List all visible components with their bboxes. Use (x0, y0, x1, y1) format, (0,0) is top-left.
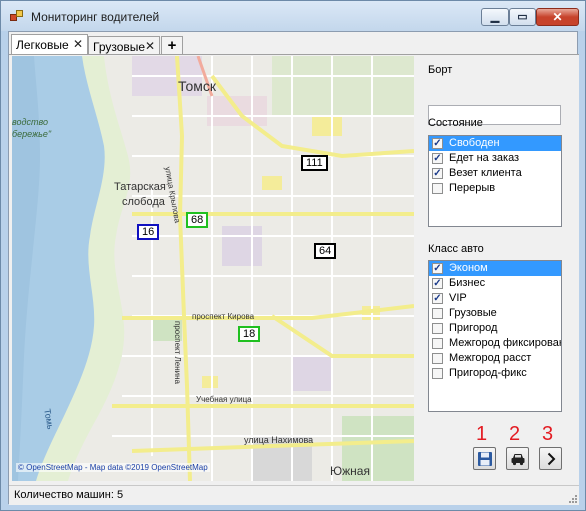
checkbox-unchecked[interactable] (432, 183, 443, 194)
checkbox-unchecked[interactable] (432, 353, 443, 364)
state-option[interactable]: ✓ Везет клиента (429, 166, 561, 181)
checkbox-checked[interactable]: ✓ (432, 263, 443, 274)
car-class-option[interactable]: ✓ Бизнес (429, 276, 561, 291)
car-marker-68[interactable]: 68 (186, 212, 209, 228)
tab-gruzovye[interactable]: Грузовые ✕ (88, 36, 160, 55)
tab-content: Томск Татарская слобода водство бережье"… (9, 54, 579, 485)
map-label-kirova: проспект Кирова (192, 312, 255, 321)
list-item-label: Пригород (449, 322, 498, 334)
car-icon (511, 454, 525, 466)
list-item-label: Едет на заказ (449, 152, 520, 164)
bort-label: Борт (428, 64, 453, 76)
status-bar: Количество машин: 5 (9, 485, 579, 505)
car-button[interactable] (506, 447, 529, 470)
app-window: Мониторинг водителей ▁ ▭ ✕ Легковые ✕ Гр… (0, 0, 586, 511)
class-label: Класс авто (428, 243, 484, 255)
map-label-uchebnaya: Учебная улица (196, 395, 252, 404)
resize-grip-icon[interactable] (567, 493, 577, 503)
map-label-park-2: бережье" (12, 129, 52, 139)
checkbox-unchecked[interactable] (432, 323, 443, 334)
map-label-yuzhnaya: Южная (330, 464, 370, 478)
minimize-icon: ▁ (490, 11, 500, 23)
list-item-label: Бизнес (449, 277, 486, 289)
car-class-option[interactable]: Межгород фиксировани (429, 336, 561, 351)
list-item-label: Межгород расст (449, 352, 532, 364)
checkbox-unchecked[interactable] (432, 308, 443, 319)
state-option[interactable]: ✓ Свободен (429, 136, 561, 151)
tab-close-icon[interactable]: ✕ (145, 39, 155, 53)
list-item-label: Межгород фиксировани (449, 337, 562, 349)
checkbox-checked[interactable]: ✓ (432, 138, 443, 149)
close-window-button[interactable]: ✕ (536, 8, 579, 26)
minimize-button[interactable]: ▁ (481, 8, 509, 26)
car-class-option[interactable]: Грузовые (429, 306, 561, 321)
state-option[interactable]: ✓ Едет на заказ (429, 151, 561, 166)
state-option[interactable]: Перерыв (429, 181, 561, 196)
car-marker-18[interactable]: 18 (238, 326, 261, 342)
list-item-label: VIP (449, 292, 467, 304)
save-button[interactable] (473, 447, 496, 470)
tab-strip: Легковые ✕ Грузовые ✕ + (9, 34, 579, 56)
map-label-nakhimova: улица Нахимова (244, 435, 314, 445)
map-label-tomsk: Томск (178, 78, 216, 94)
maximize-button[interactable]: ▭ (509, 8, 536, 26)
map-label-lenina: проспект Ленина (173, 321, 182, 384)
map-label-park-1: водство (12, 117, 48, 127)
tab-close-icon[interactable]: ✕ (73, 37, 83, 51)
window-title: Мониторинг водителей (31, 10, 160, 24)
checkbox-unchecked[interactable] (432, 338, 443, 349)
app-icon (10, 10, 24, 22)
car-class-option[interactable]: ✓ VIP (429, 291, 561, 306)
tab-label: Легковые (16, 38, 69, 52)
add-tab-button[interactable]: + (161, 36, 183, 55)
checkbox-checked[interactable]: ✓ (432, 278, 443, 289)
checkbox-checked[interactable]: ✓ (432, 293, 443, 304)
car-count-status: Количество машин: 5 (14, 489, 124, 501)
car-class-option[interactable]: Пригород-фикс (429, 366, 561, 381)
list-item-label: Везет клиента (449, 167, 522, 179)
map-view[interactable]: Томск Татарская слобода водство бережье"… (12, 56, 414, 481)
list-item-label: Грузовые (449, 307, 497, 319)
tab-label: Грузовые (93, 40, 146, 54)
map-label-tatarskaya: Татарская (114, 181, 166, 193)
annotation-number-3: 3 (542, 423, 554, 445)
list-item-label: Перерыв (449, 182, 496, 194)
car-class-option[interactable]: Пригород (429, 321, 561, 336)
chevron-right-icon (547, 452, 556, 466)
title-bar: Мониторинг водителей ▁ ▭ ✕ (1, 1, 585, 31)
floppy-disk-icon (478, 452, 492, 466)
list-item-label: Пригород-фикс (449, 367, 527, 379)
next-button[interactable] (539, 447, 562, 470)
state-checklist[interactable]: ✓ Свободен ✓ Едет на заказ ✓ Везет клиента Пер… (428, 135, 562, 227)
tab-legkovye[interactable]: Легковые ✕ (11, 34, 88, 56)
annotation-number-2: 2 (509, 423, 521, 445)
client-area: Легковые ✕ Грузовые ✕ + Томск Татарская … (8, 31, 579, 505)
checkbox-checked[interactable]: ✓ (432, 153, 443, 164)
checkbox-checked[interactable]: ✓ (432, 168, 443, 179)
car-class-checklist[interactable]: ✓ Эконом ✓ Бизнес ✓ VIP Грузовые Пригород Межгор… (428, 260, 562, 412)
state-label: Состояние (428, 117, 483, 129)
list-item-label: Эконом (449, 262, 488, 274)
map-copyright[interactable]: © OpenStreetMap - Map data ©2019 OpenStr… (16, 463, 210, 472)
car-marker-16[interactable]: 16 (137, 224, 160, 240)
car-marker-111[interactable]: 111 (301, 155, 328, 171)
car-class-option[interactable]: Межгород расст (429, 351, 561, 366)
annotation-number-1: 1 (476, 423, 488, 445)
map-tiles (12, 56, 414, 481)
list-item-label: Свободен (449, 137, 500, 149)
map-label-sloboda: слобода (122, 196, 165, 208)
maximize-icon: ▭ (517, 11, 528, 23)
checkbox-unchecked[interactable] (432, 368, 443, 379)
car-class-option[interactable]: ✓ Эконом (429, 261, 561, 276)
close-icon: ✕ (552, 10, 563, 24)
car-marker-64[interactable]: 64 (314, 243, 337, 259)
